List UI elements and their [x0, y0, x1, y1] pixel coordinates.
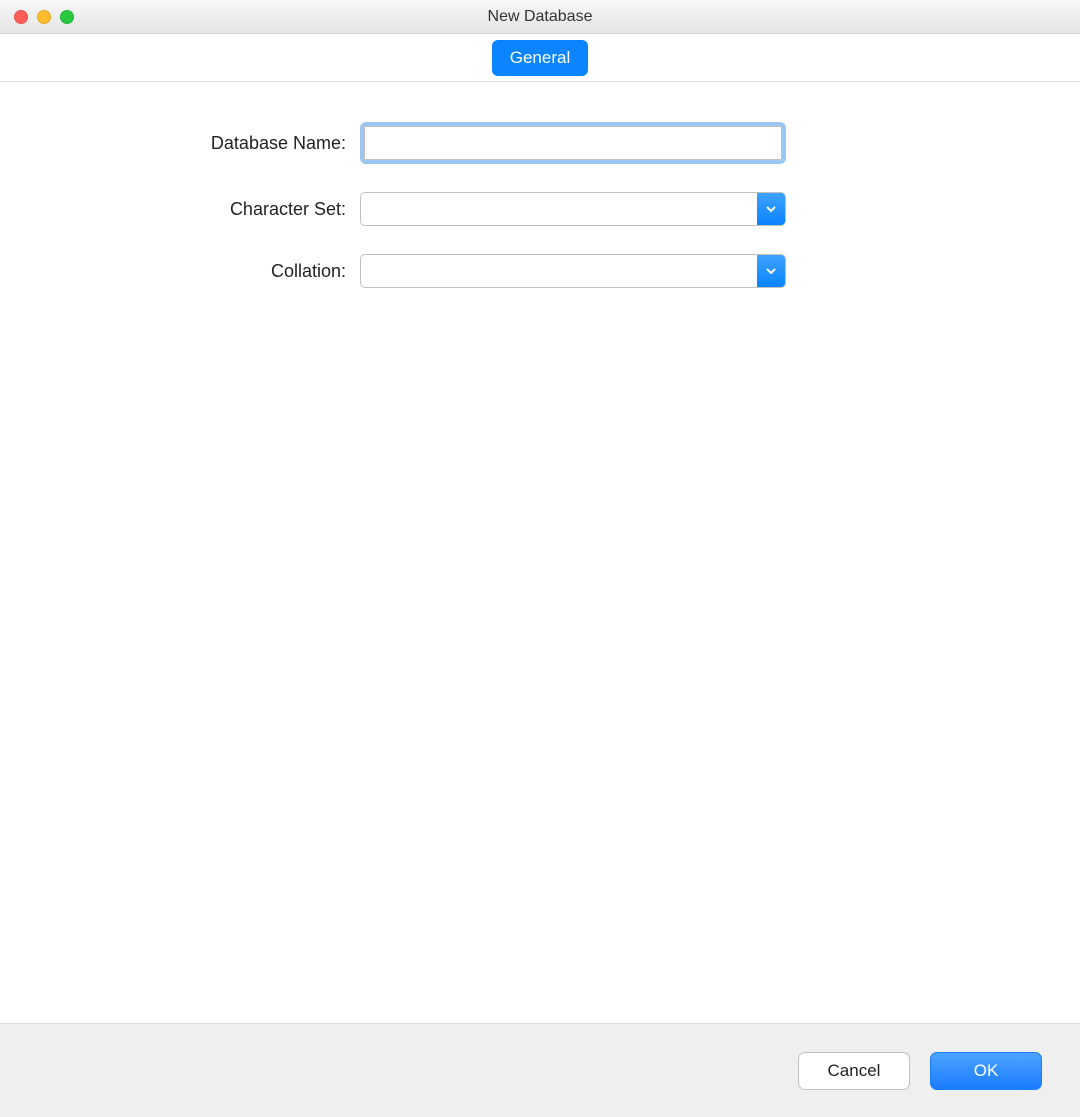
tab-bar: General	[0, 34, 1080, 82]
window-title: New Database	[0, 8, 1080, 26]
character-set-value	[361, 193, 757, 225]
collation-value	[361, 255, 757, 287]
character-set-select[interactable]	[360, 192, 786, 226]
ok-button[interactable]: OK	[930, 1052, 1042, 1090]
label-collation: Collation:	[80, 261, 360, 282]
form-area: Database Name: Character Set: Collation:	[0, 82, 1080, 1023]
database-name-input[interactable]	[364, 126, 782, 160]
dialog-footer: Cancel OK	[0, 1023, 1080, 1117]
database-name-input-focus-ring	[360, 122, 786, 164]
row-character-set: Character Set:	[80, 192, 1000, 226]
window-titlebar: New Database	[0, 0, 1080, 34]
tab-general[interactable]: General	[492, 40, 588, 76]
label-database-name: Database Name:	[80, 133, 360, 154]
chevron-down-icon[interactable]	[757, 255, 785, 287]
label-character-set: Character Set:	[80, 199, 360, 220]
row-database-name: Database Name:	[80, 122, 1000, 164]
cancel-button[interactable]: Cancel	[798, 1052, 910, 1090]
chevron-down-icon[interactable]	[757, 193, 785, 225]
collation-select[interactable]	[360, 254, 786, 288]
row-collation: Collation:	[80, 254, 1000, 288]
